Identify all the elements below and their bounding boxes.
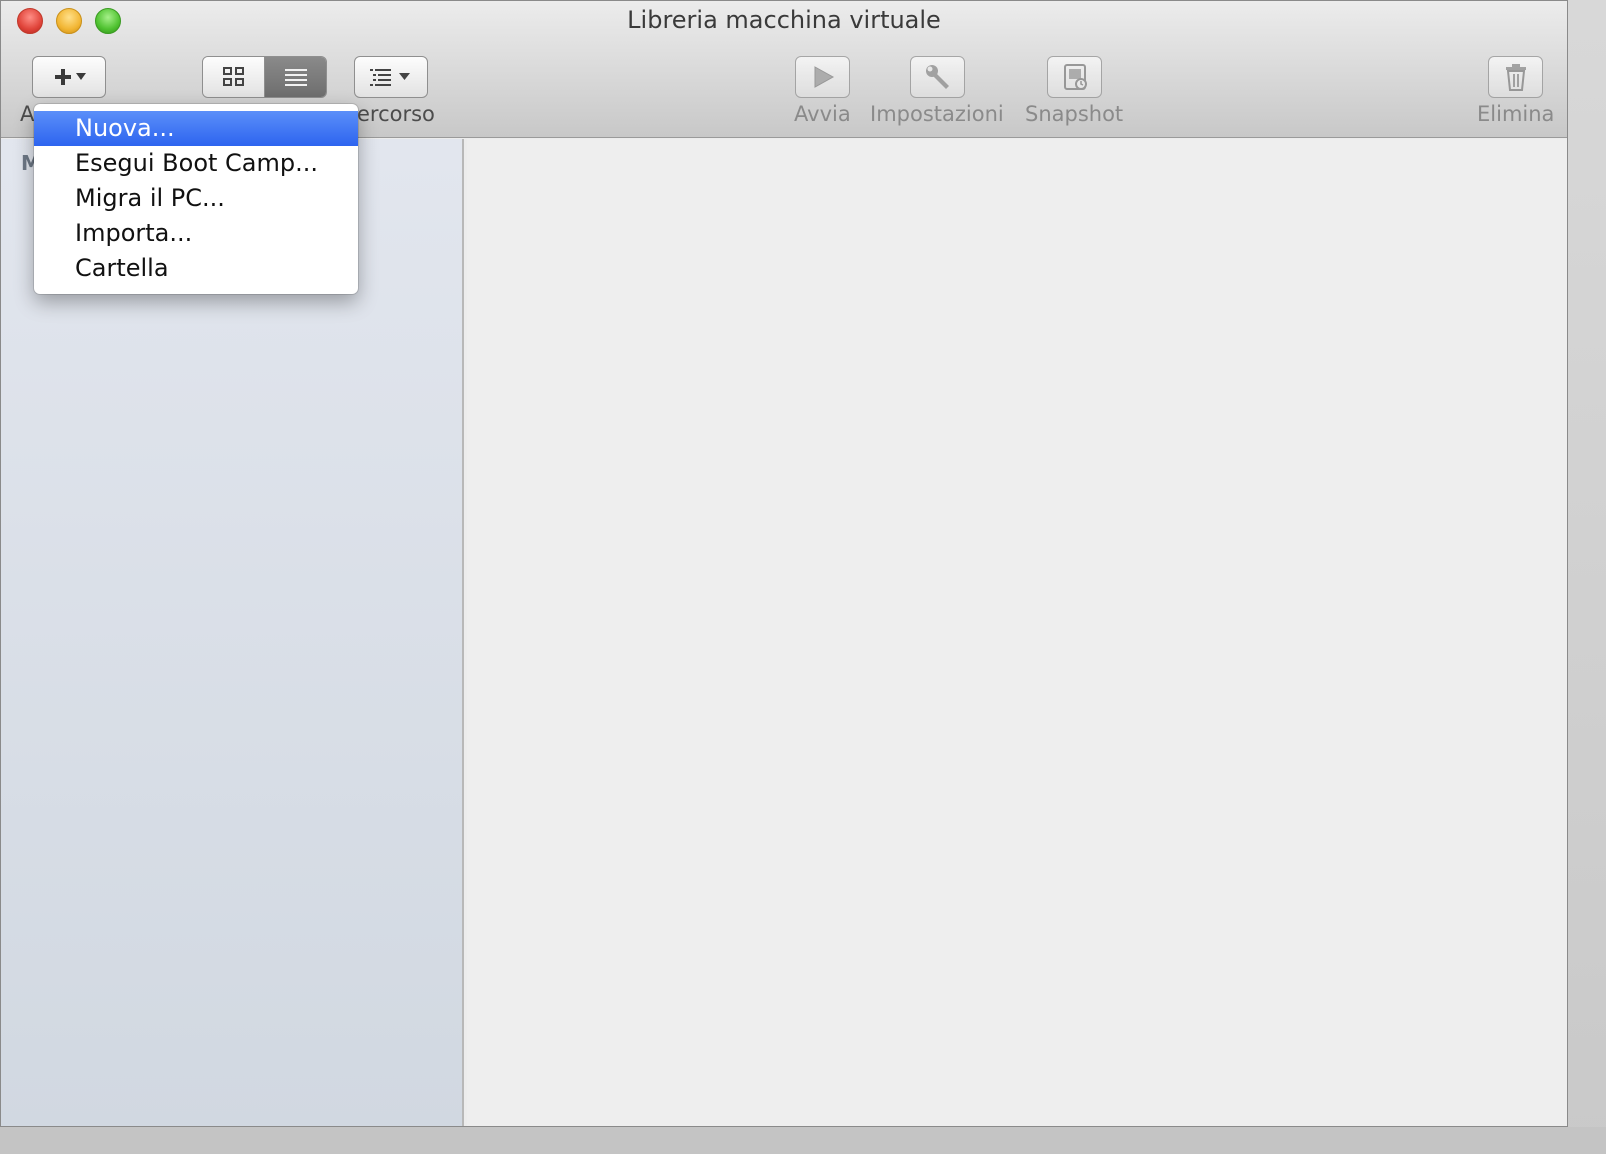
plus-icon	[48, 67, 90, 87]
snapshot-button[interactable]	[1047, 56, 1102, 98]
add-button[interactable]	[32, 56, 106, 98]
start-button[interactable]	[795, 56, 850, 98]
trash-icon	[1502, 62, 1530, 92]
view-segmented-control[interactable]	[202, 56, 327, 98]
desktop-background-bottom	[0, 1127, 1606, 1154]
desktop-background	[1568, 0, 1606, 1154]
menu-item-folder[interactable]: Cartella	[34, 251, 358, 286]
add-dropdown-menu: Nuova... Esegui Boot Camp... Migra il PC…	[34, 104, 358, 294]
menu-item-new[interactable]: Nuova...	[34, 111, 358, 146]
grid-view-button[interactable]	[203, 57, 265, 97]
start-label: Avvia	[794, 102, 851, 126]
play-icon	[810, 64, 836, 90]
add-label: A	[20, 102, 35, 126]
settings-button[interactable]	[910, 56, 965, 98]
vm-library-window: Libreria macchina virtuale A ercorso Avv…	[0, 0, 1568, 1127]
list-icon	[283, 66, 309, 88]
list-view-button[interactable]	[265, 57, 326, 97]
vm-details-pane	[467, 139, 1567, 1126]
outline-icon	[366, 66, 416, 88]
menu-item-boot-camp[interactable]: Esegui Boot Camp...	[34, 146, 358, 181]
snapshot-label: Snapshot	[1025, 102, 1124, 126]
grid-icon	[222, 66, 246, 88]
path-label: ercorso	[357, 102, 435, 126]
window-title: Libreria macchina virtuale	[627, 6, 941, 34]
wrench-icon	[923, 62, 953, 92]
menu-item-migrate-pc[interactable]: Migra il PC...	[34, 181, 358, 216]
sort-menu-button[interactable]	[354, 56, 428, 98]
menu-item-import[interactable]: Importa...	[34, 216, 358, 251]
snapshot-icon	[1060, 62, 1090, 92]
delete-button[interactable]	[1488, 56, 1543, 98]
delete-label: Elimina	[1477, 102, 1555, 126]
settings-label: Impostazioni	[870, 102, 1004, 126]
